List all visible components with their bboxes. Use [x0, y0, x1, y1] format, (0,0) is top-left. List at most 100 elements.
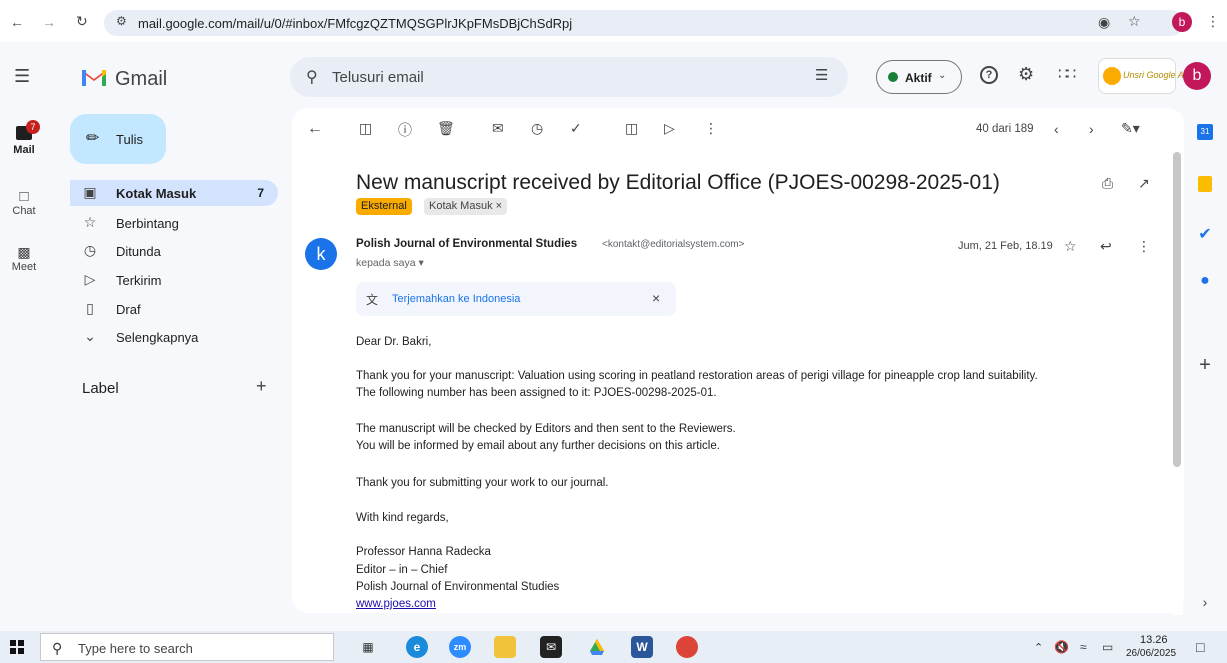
rail-mail[interactable]: 7 Mail [4, 120, 44, 156]
sender-name[interactable]: Polish Journal of Environmental Studies [356, 238, 577, 250]
translate-link[interactable]: Terjemahkan ke Indonesia [392, 293, 520, 305]
sidebar-item-label: Terkirim [116, 273, 162, 288]
system-tray-chevron-icon[interactable]: ⌃ [1034, 641, 1043, 654]
inbox-chip[interactable]: Kotak Masuk × [424, 198, 508, 215]
settings-gear-icon[interactable]: ⚙ [1018, 64, 1034, 85]
search-options-icon[interactable]: ☰ [815, 66, 828, 84]
battery-icon[interactable]: ▭ [1102, 640, 1113, 654]
search-icon: ⚲ [52, 640, 63, 656]
sidebar-item-drafts[interactable]: ▯ Draf [70, 296, 278, 322]
sidebar-item-starred[interactable]: ☆ Berbintang [70, 210, 278, 236]
scrollbar-thumb[interactable] [1173, 152, 1181, 467]
word-icon[interactable]: W [631, 636, 653, 658]
add-addon-icon[interactable]: + [1190, 354, 1220, 377]
help-icon[interactable]: ? [980, 66, 998, 84]
translate-icon: 文 [366, 293, 379, 307]
taskbar-search-input[interactable]: Type here to search [78, 641, 193, 656]
status-dot-icon [888, 72, 898, 82]
file-explorer-icon[interactable] [494, 636, 516, 658]
edge-icon[interactable]: e [406, 636, 428, 658]
signature-name: Professor Hanna Radecka [356, 546, 491, 558]
extension-icon[interactable]: ◉ [1098, 14, 1110, 31]
older-icon[interactable]: › [1089, 121, 1094, 137]
status-label[interactable]: Aktif [905, 71, 932, 85]
signature-link[interactable]: www.pjoes.com [356, 598, 436, 610]
back-to-inbox-icon[interactable]: ← [307, 120, 323, 138]
open-new-window-icon[interactable]: ↗ [1138, 175, 1150, 192]
browser-menu-icon[interactable]: ⋮ [1206, 13, 1220, 30]
mark-unread-icon[interactable]: ✉ [492, 120, 504, 137]
account-avatar[interactable]: b [1183, 62, 1211, 90]
input-tools-icon[interactable]: ✎▾ [1121, 120, 1140, 137]
meet-icon: ▩ [17, 244, 31, 260]
tasks-icon[interactable]: ✔ [1190, 224, 1220, 244]
rail-chat-label: Chat [12, 205, 36, 217]
volume-muted-icon[interactable]: 🔇 [1054, 640, 1069, 654]
add-label-icon[interactable]: + [256, 376, 267, 397]
forward-icon[interactable]: → [42, 14, 56, 30]
chrome-icon[interactable] [676, 636, 698, 658]
move-to-icon[interactable]: ◫ [625, 120, 638, 137]
body-greeting: Dear Dr. Bakri, [356, 336, 432, 348]
clock-date[interactable]: 26/06/2025 [1126, 648, 1176, 659]
external-chip: Eksternal [356, 198, 412, 215]
print-icon[interactable]: ⎙ [1102, 175, 1113, 192]
recipient-info[interactable]: kepada saya ▾ [356, 257, 424, 269]
sidebar-item-sent[interactable]: ▷ Terkirim [70, 267, 278, 293]
close-icon[interactable]: × [652, 290, 660, 306]
search-icon[interactable]: ⚲ [306, 67, 318, 87]
contacts-icon[interactable]: ● [1190, 272, 1220, 290]
wifi-icon[interactable]: ≈ [1080, 640, 1087, 654]
gmail-logo-icon[interactable] [80, 66, 108, 88]
star-icon[interactable]: ☆ [1064, 238, 1077, 255]
expand-panel-icon[interactable]: › [1190, 594, 1220, 610]
label-icon[interactable]: ▷ [664, 120, 675, 137]
reload-icon[interactable]: ↻ [76, 13, 88, 30]
apps-grid-icon[interactable]: ∷∷ [1058, 64, 1076, 84]
clock-time[interactable]: 13.26 [1140, 634, 1168, 646]
remove-label-icon[interactable]: × [496, 200, 502, 212]
compose-button[interactable]: ✏ Tulis [70, 114, 166, 164]
google-drive-icon[interactable] [586, 636, 608, 658]
rail-meet[interactable]: ▩ Meet [4, 244, 44, 273]
zoom-icon[interactable]: zm [449, 636, 471, 658]
sidebar-item-inbox[interactable]: ▣ Kotak Masuk 7 [70, 180, 278, 206]
delete-icon[interactable]: 🗑 [437, 120, 455, 137]
browser-profile-avatar[interactable]: b [1172, 12, 1192, 32]
snooze-icon[interactable]: ◷ [531, 120, 543, 137]
site-info-icon[interactable]: ⚙ [116, 14, 127, 28]
chevron-down-icon[interactable]: ⌄ [938, 70, 946, 81]
more-options-icon[interactable]: ⋮ [704, 120, 718, 137]
archive-icon[interactable]: ◫ [359, 120, 372, 137]
main-menu-icon[interactable]: ☰ [14, 66, 30, 87]
keep-icon[interactable] [1190, 176, 1220, 192]
notifications-icon[interactable]: □ [1196, 639, 1204, 655]
add-task-icon[interactable]: ✓ [570, 120, 582, 137]
newer-icon[interactable]: ‹ [1054, 121, 1059, 137]
sidebar-item-label: Kotak Masuk [116, 186, 197, 201]
back-icon[interactable]: ← [10, 14, 24, 30]
calendar-icon[interactable]: 31 [1190, 124, 1220, 140]
inbox-chip-label: Kotak Masuk [429, 200, 493, 212]
report-spam-icon[interactable]: ⓘ [398, 120, 412, 140]
sender-avatar[interactable]: k [305, 238, 337, 270]
reply-icon[interactable]: ↩ [1100, 238, 1112, 255]
sidebar-item-snoozed[interactable]: ◷ Ditunda [70, 238, 278, 264]
sidebar-item-more[interactable]: ⌄ Selengkapnya [70, 324, 278, 350]
body-closing: With kind regards, [356, 512, 449, 524]
search-input[interactable]: Telusuri email [332, 69, 424, 86]
rail-chat[interactable]: □ Chat [4, 188, 44, 217]
chat-icon: □ [19, 188, 29, 205]
message-more-icon[interactable]: ⋮ [1137, 238, 1151, 255]
gmail-wordmark[interactable]: Gmail [115, 68, 167, 91]
windows-start-icon[interactable] [10, 640, 24, 654]
body-p1-line2: The following number has been assigned t… [356, 387, 717, 399]
sidebar-item-label: Ditunda [116, 244, 161, 259]
mail-app-icon[interactable]: ✉ [540, 636, 562, 658]
task-view-icon[interactable]: ▦ [357, 636, 379, 658]
url-text[interactable]: mail.google.com/mail/u/0/#inbox/FMfcgzQZ… [138, 16, 572, 31]
inbox-icon: ▣ [83, 184, 97, 200]
org-badge[interactable]: Unsri Google Apps [1098, 58, 1198, 94]
bookmark-star-icon[interactable]: ☆ [1128, 13, 1141, 30]
rail-mail-label: Mail [13, 144, 35, 156]
